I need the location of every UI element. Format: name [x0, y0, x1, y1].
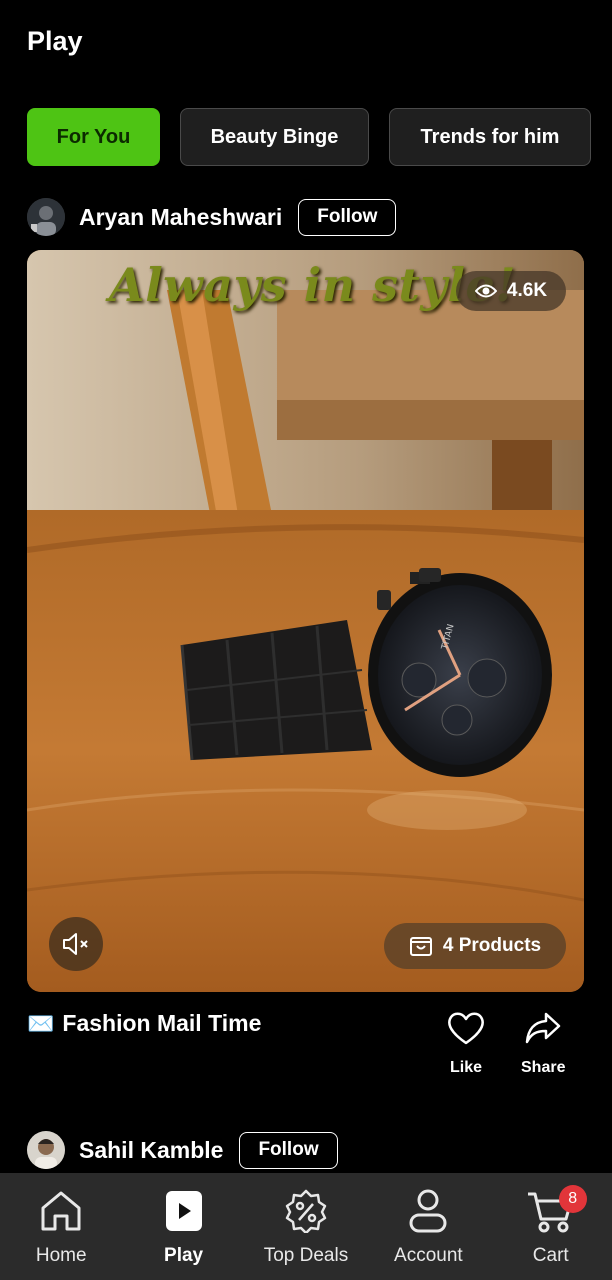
creator-row: Sahil Kamble Follow — [27, 1131, 338, 1169]
post-caption: ✉️ Fashion Mail Time — [27, 1010, 261, 1037]
like-button[interactable]: Like — [446, 1010, 486, 1077]
avatar[interactable] — [27, 1131, 65, 1169]
nav-play-label: Play — [164, 1245, 204, 1266]
avatar[interactable] — [27, 198, 65, 236]
tab-for-you[interactable]: For You — [27, 108, 160, 166]
caption-text: Fashion Mail Time — [62, 1010, 262, 1036]
mute-button[interactable] — [49, 917, 103, 971]
creator-name[interactable]: Sahil Kamble — [79, 1137, 223, 1164]
view-count: 4.6K — [506, 280, 548, 301]
video-player[interactable]: TITAN Always in style! 4.6K 4 Products — [27, 250, 584, 992]
heart-icon — [446, 1010, 486, 1051]
nav-top-deals-label: Top Deals — [263, 1245, 349, 1266]
user-icon — [405, 1189, 451, 1239]
home-icon — [38, 1189, 84, 1239]
video-frame: TITAN — [27, 250, 584, 992]
creator-row: Aryan Maheshwari Follow — [27, 198, 397, 236]
share-arrow-icon — [524, 1010, 562, 1051]
eye-icon — [474, 283, 497, 299]
nav-account-label: Account — [394, 1245, 463, 1266]
follow-button[interactable]: Follow — [298, 198, 397, 236]
shopping-bag-icon — [409, 935, 433, 957]
nav-home[interactable]: Home — [1, 1189, 121, 1267]
nav-cart[interactable]: 8 Cart — [491, 1185, 611, 1267]
creator-name[interactable]: Aryan Maheshwari — [79, 204, 282, 231]
share-button[interactable]: Share — [521, 1010, 565, 1077]
nav-top-deals[interactable]: Top Deals — [246, 1189, 366, 1267]
share-label: Share — [521, 1059, 566, 1076]
category-tabs: For You Beauty Binge Trends for him — [27, 108, 591, 166]
cart-count-badge: 8 — [558, 1185, 587, 1213]
like-label: Like — [449, 1059, 482, 1076]
follow-button[interactable]: Follow — [239, 1131, 338, 1169]
tab-trends-for-him[interactable]: Trends for him — [389, 108, 591, 166]
nav-account[interactable]: Account — [368, 1189, 488, 1267]
bottom-nav: Home Play Top Deals Account 8 Cart — [0, 1173, 612, 1280]
speaker-muted-icon — [61, 932, 91, 956]
page-title: Play — [27, 26, 83, 56]
products-label: 4 Products — [442, 935, 542, 956]
play-icon — [164, 1189, 204, 1239]
nav-play[interactable]: Play — [124, 1189, 244, 1267]
nav-cart-label: Cart — [532, 1245, 569, 1266]
products-button[interactable]: 4 Products — [384, 923, 566, 969]
envelope-icon: ✉️ — [27, 1010, 55, 1036]
tab-beauty-binge[interactable]: Beauty Binge — [180, 108, 369, 166]
view-count-badge: 4.6K — [456, 271, 566, 311]
percent-badge-icon — [283, 1189, 329, 1239]
nav-home-label: Home — [35, 1245, 87, 1266]
